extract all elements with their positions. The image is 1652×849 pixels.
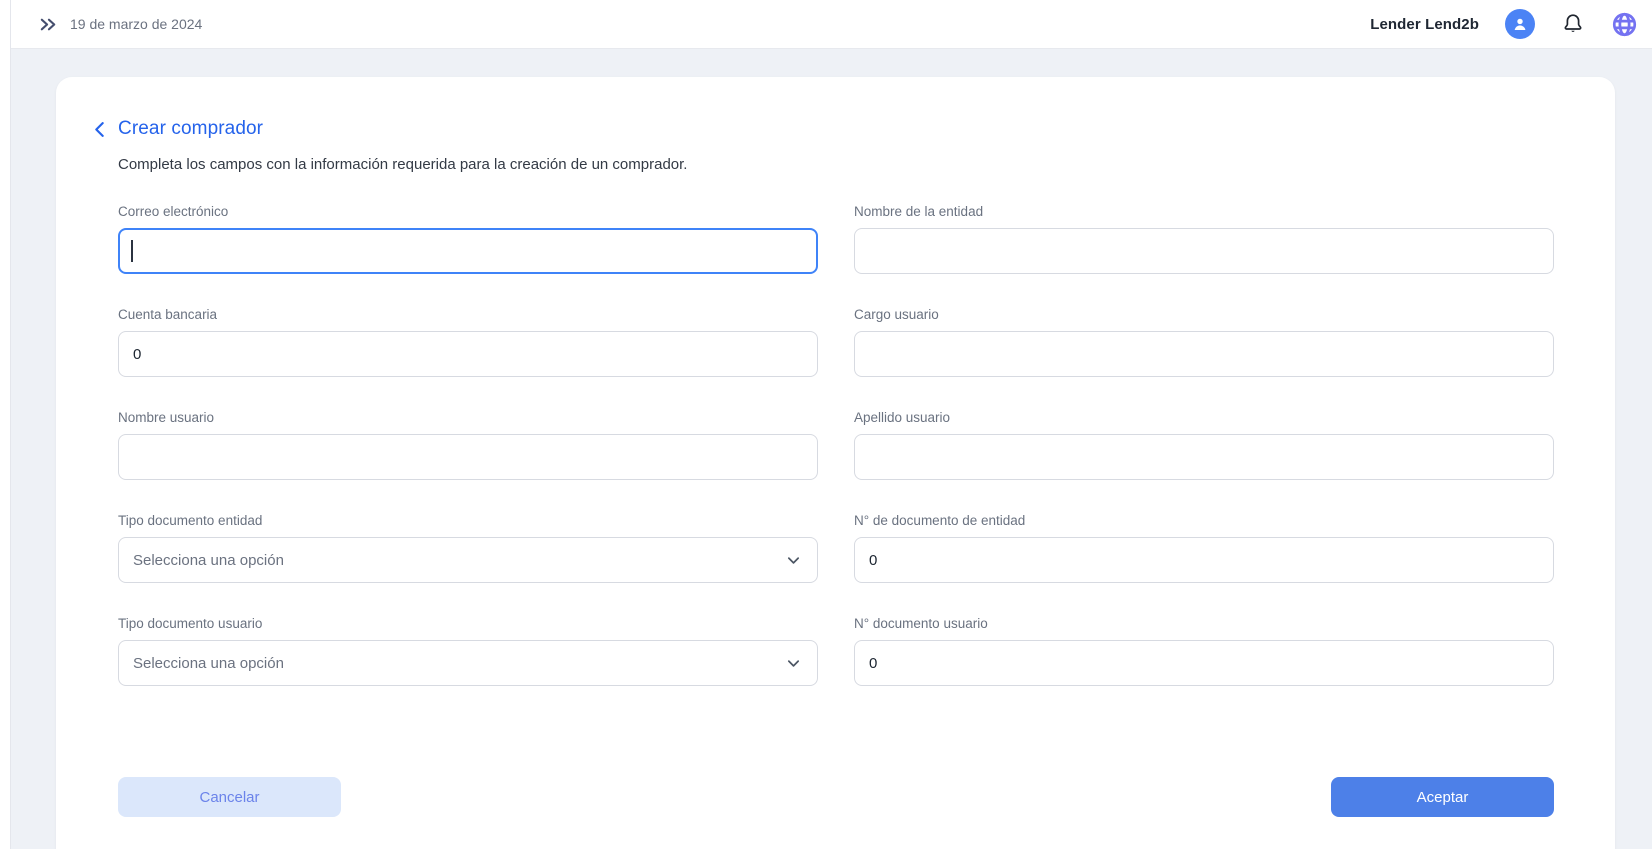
card-header: Crear comprador [92,118,1554,140]
page-content: Crear comprador Completa los campos con … [11,49,1652,849]
main-area: 19 de marzo de 2024 Lender Lend2b Crear … [11,0,1652,849]
cuenta-bancaria-input[interactable] [118,331,818,377]
notifications-button[interactable] [1561,12,1585,36]
field-cargo-usuario: Cargo usuario [854,307,1554,377]
language-button[interactable] [1611,11,1638,38]
select-placeholder: Selecciona una opción [133,551,284,569]
field-label: N° de documento de entidad [854,513,1026,528]
topbar: 19 de marzo de 2024 Lender Lend2b [11,0,1652,49]
current-date: 19 de marzo de 2024 [70,16,203,32]
numero-documento-usuario-input[interactable] [854,640,1554,686]
topbar-right: Lender Lend2b [1370,9,1638,39]
globe-icon [1612,12,1637,36]
back-button[interactable] [92,121,107,138]
field-correo-electronico: Correo electrónico [118,204,818,274]
field-cuenta-bancaria: Cuenta bancaria [118,307,818,377]
field-tipo-documento-entidad: Tipo documento entidad Selecciona una op… [118,513,818,583]
user-label: Lender Lend2b [1370,15,1479,33]
create-buyer-card: Crear comprador Completa los campos con … [56,77,1615,849]
chevron-down-icon [787,556,800,564]
buyer-form: Correo electrónico Nombre de la entidad [118,204,1554,686]
nombre-usuario-input[interactable] [118,434,818,480]
field-tipo-documento-usuario: Tipo documento usuario Selecciona una op… [118,616,818,686]
tipo-documento-usuario-select[interactable]: Selecciona una opción [118,640,818,686]
field-label: Nombre usuario [118,410,215,425]
person-icon [1514,18,1526,30]
field-nombre-usuario: Nombre usuario [118,410,818,480]
select-placeholder: Selecciona una opción [133,654,284,672]
field-label: Cargo usuario [854,307,939,322]
apellido-usuario-input[interactable] [854,434,1554,480]
text-cursor [131,240,133,262]
page-description: Completa los campos con la información r… [118,156,688,173]
field-apellido-usuario: Apellido usuario [854,410,1554,480]
app-root: 19 de marzo de 2024 Lender Lend2b Crear … [0,0,1652,849]
tipo-documento-entidad-select[interactable]: Selecciona una opción [118,537,818,583]
field-numero-documento-entidad: N° de documento de entidad [854,513,1554,583]
double-chevron-right-icon [40,18,56,30]
expand-sidebar-button[interactable] [39,15,58,34]
field-numero-documento-usuario: N° documento usuario [854,616,1554,686]
numero-documento-entidad-input[interactable] [854,537,1554,583]
field-label: Cuenta bancaria [118,307,218,322]
field-nombre-entidad: Nombre de la entidad [854,204,1554,274]
form-actions: Cancelar Aceptar [118,777,1554,849]
field-label: Nombre de la entidad [854,204,984,219]
nombre-entidad-input[interactable] [854,228,1554,274]
cargo-usuario-input[interactable] [854,331,1554,377]
correo-electronico-input[interactable] [118,228,818,274]
field-label: Tipo documento entidad [118,513,263,528]
field-label: Apellido usuario [854,410,951,425]
field-label: N° documento usuario [854,616,988,631]
chevron-left-icon [95,121,104,137]
page-title: Crear comprador [118,118,264,139]
user-avatar[interactable] [1505,9,1535,39]
topbar-left: 19 de marzo de 2024 [39,15,202,34]
collapsed-sidebar-edge [0,0,11,849]
cancel-button[interactable]: Cancelar [118,777,341,817]
field-label: Correo electrónico [118,204,229,219]
chevron-down-icon [787,659,800,667]
bell-icon [1564,14,1582,33]
accept-button[interactable]: Aceptar [1331,777,1554,817]
field-label: Tipo documento usuario [118,616,263,631]
